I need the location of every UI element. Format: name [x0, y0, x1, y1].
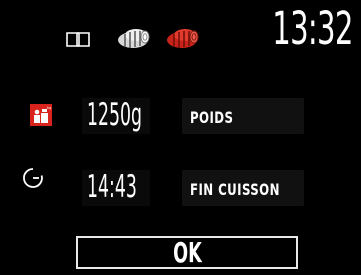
weight-value[interactable]: 1250g: [87, 100, 142, 131]
weight-label: POIDS: [190, 108, 234, 127]
svg-text:kg: kg: [47, 106, 51, 110]
clock-time: 13:32: [272, 2, 354, 55]
book-icon[interactable]: [65, 30, 91, 48]
finish-label: FIN CUISSON: [190, 180, 280, 199]
finish-time-value[interactable]: 14:43: [87, 172, 137, 203]
roast-icon-active[interactable]: [165, 25, 201, 51]
ok-label: OK: [172, 235, 202, 269]
roast-icon[interactable]: [116, 25, 152, 51]
oven-display: 13:32 kg 1250g POIDS 14:43 FIN CUISSON O…: [0, 0, 361, 275]
ok-button[interactable]: OK: [76, 236, 298, 269]
timer-icon: [23, 168, 43, 188]
weight-icon: kg: [30, 104, 52, 126]
